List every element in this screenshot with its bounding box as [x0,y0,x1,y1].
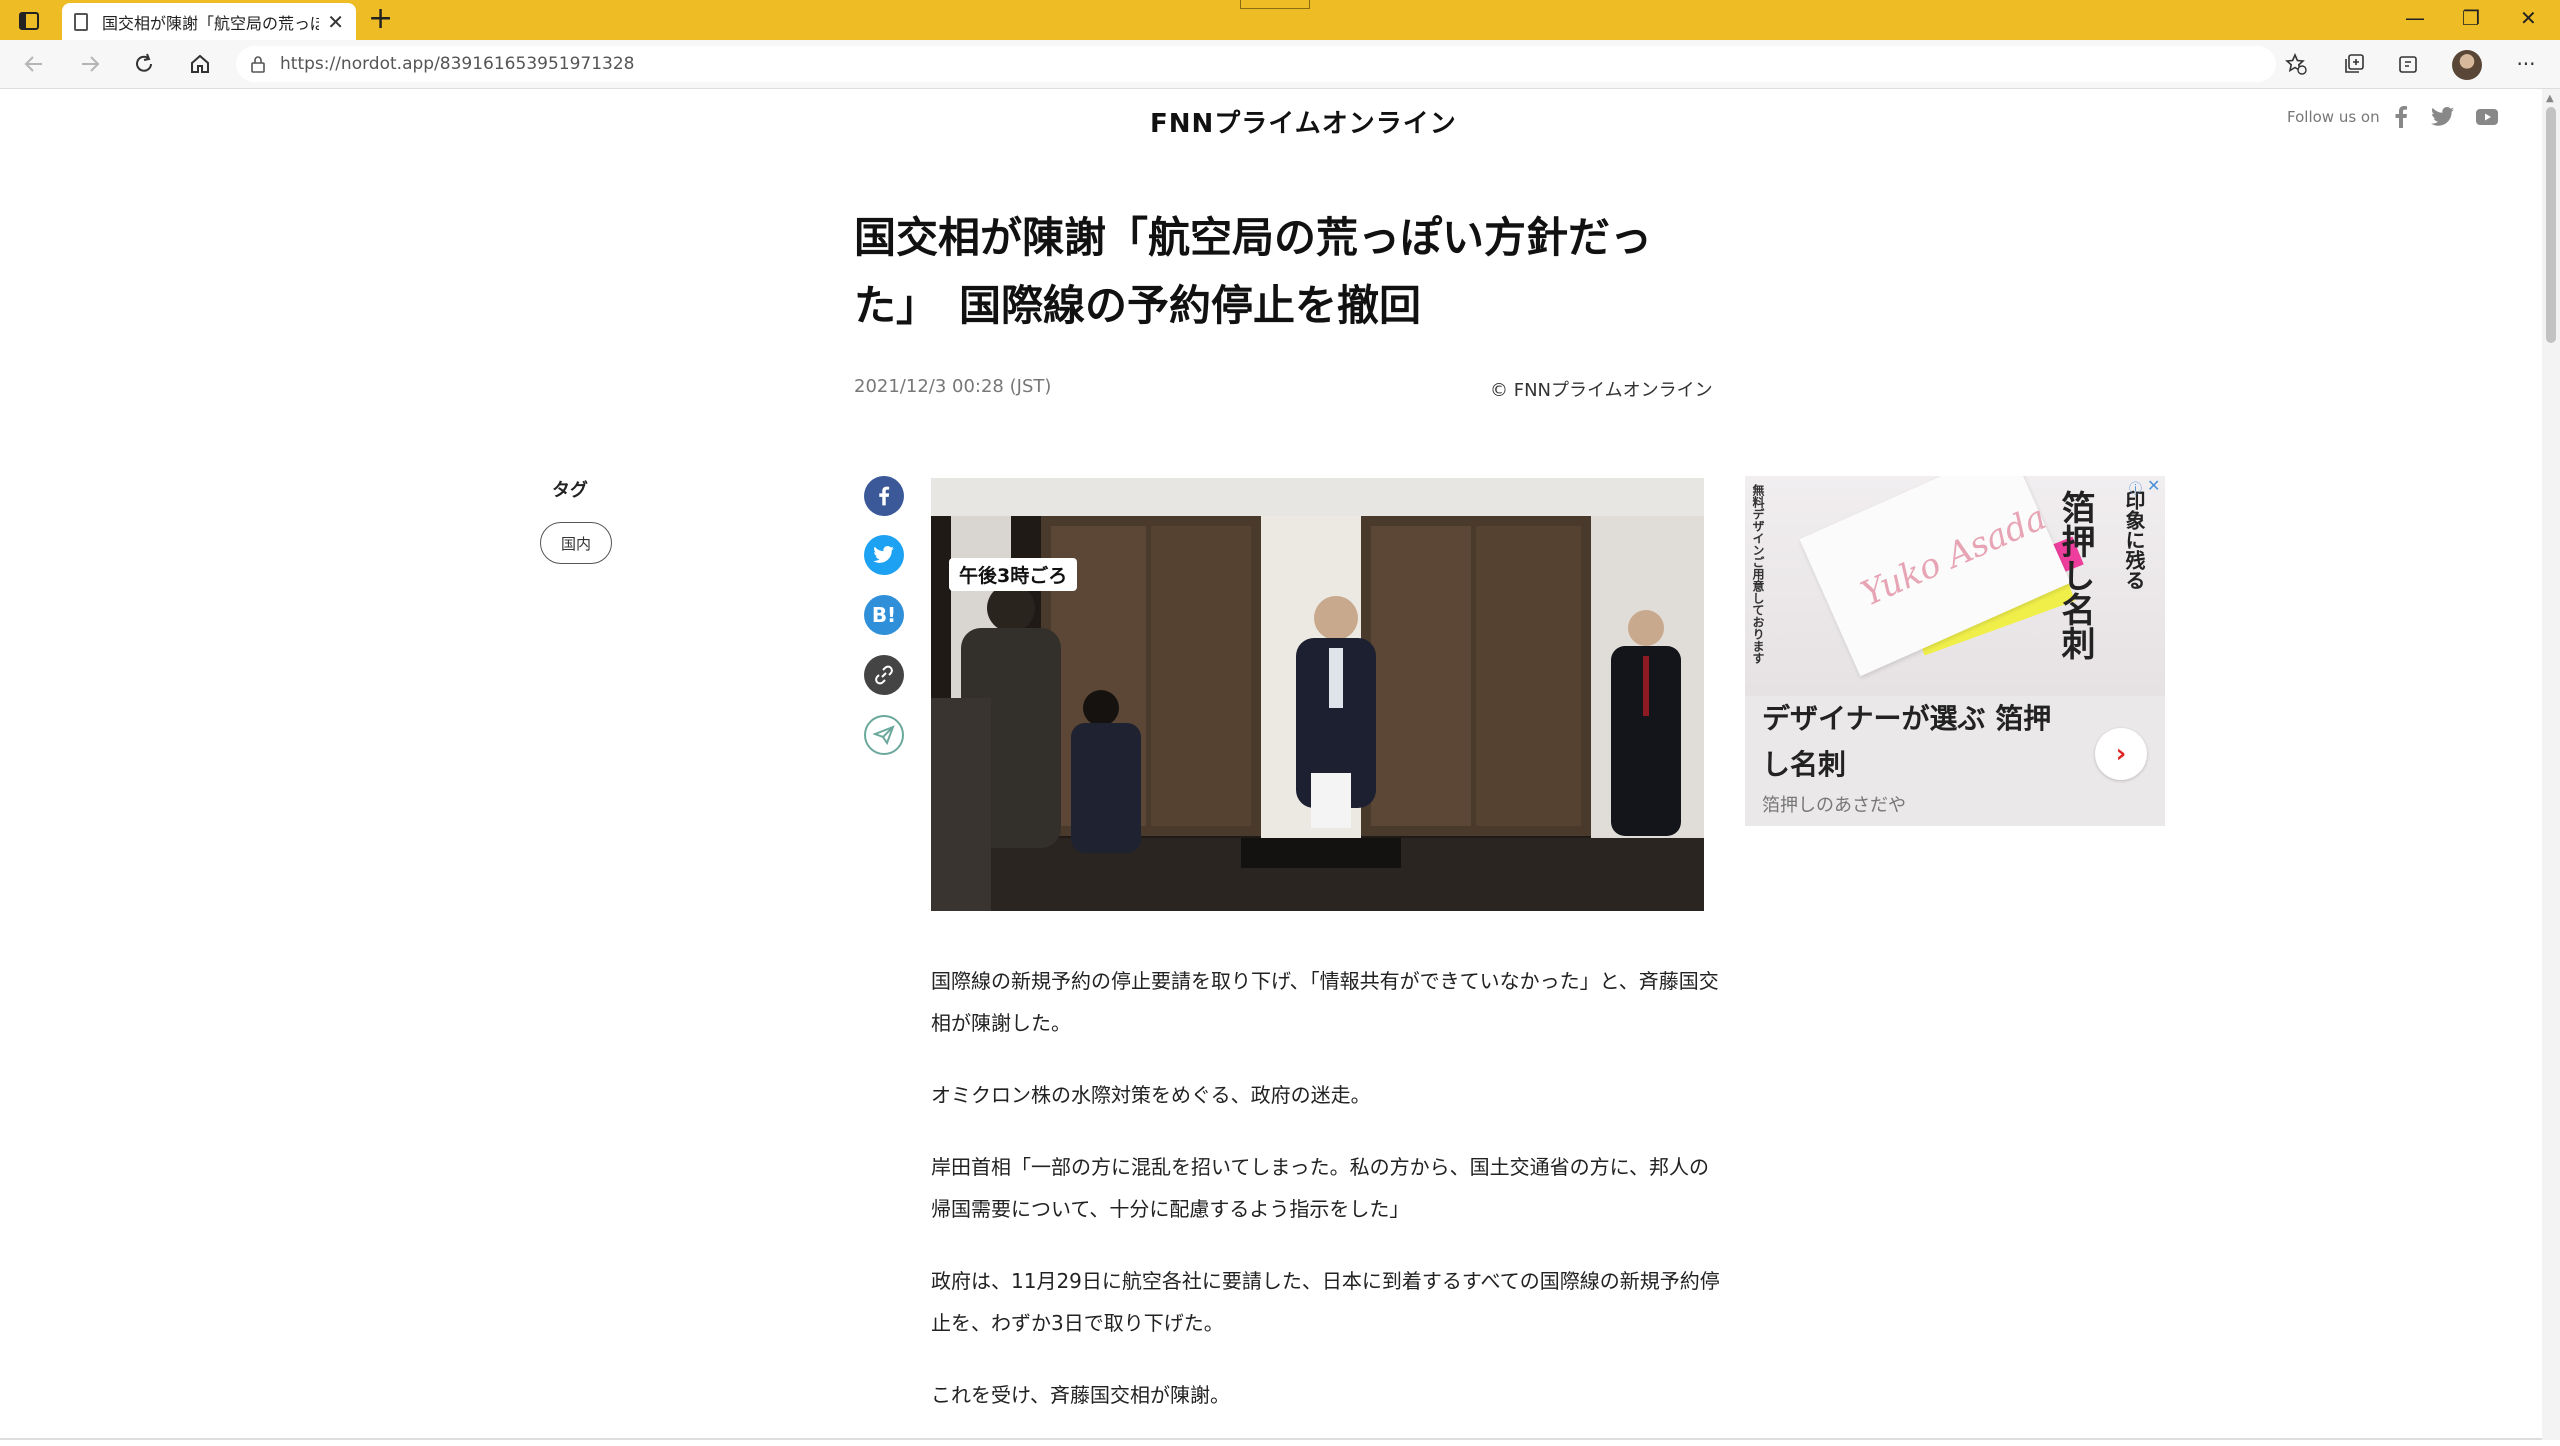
youtube-follow-link[interactable] [2474,104,2500,130]
tab-actions-icon [19,12,39,30]
add-favorite-button[interactable] [2282,50,2310,78]
collections-button[interactable] [2340,50,2368,78]
follow-us-label: Follow us on [2287,108,2380,126]
new-tab-button[interactable]: + [368,4,393,34]
restore-button[interactable]: ❐ [2462,6,2480,30]
share-twitter-button[interactable] [864,535,904,575]
twitter-follow-link[interactable] [2430,104,2456,130]
browser-title-bar: 国交相が陳謝「航空局の荒っぽい方 ✕ + — ❐ ✕ [0,0,2560,40]
browser-tab[interactable]: 国交相が陳謝「航空局の荒っぽい方 ✕ [62,3,356,40]
copy-link-button[interactable] [864,655,904,695]
facebook-icon [879,486,890,506]
article-date: 2021/12/3 00:28 (JST) [854,376,1052,397]
tag-domestic[interactable]: 国内 [540,522,612,564]
refresh-button[interactable] [128,48,160,80]
ad-headline[interactable]: デザイナーが選ぶ 箔押し名刺 [1762,696,2062,788]
ad-arrow-button[interactable]: › [2095,728,2147,780]
article-paragraph: これを受け、斉藤国交相が陳謝。 [931,1383,1230,1407]
facebook-icon [2395,106,2407,128]
share-hatena-button[interactable]: B! [864,595,904,635]
ad-info-icon[interactable]: ⓘ [2129,478,2142,497]
refresh-icon [136,53,152,72]
home-button[interactable] [184,48,216,80]
scrollbar-thumb[interactable] [2546,107,2556,343]
page-scrollbar[interactable]: ▲ [2542,89,2560,1440]
article-paragraph: 岸田首相「一部の方に混乱を招いてしまった。私の方から、国土交通省の方に、邦人の帰… [931,1155,1709,1221]
back-button[interactable] [18,48,50,80]
browser-toolbar: https://nordot.app/839161653951971328 ··… [0,40,2560,89]
profile-avatar[interactable] [2452,50,2482,80]
press-conference-image [931,478,1704,911]
youtube-icon [2476,109,2498,125]
home-icon [191,54,209,73]
address-bar[interactable]: https://nordot.app/839161653951971328 [236,46,2276,82]
extensions-button[interactable] [2394,50,2422,78]
ad-vertical-subtitle: 印象に残る [2122,490,2146,590]
tab-title: 国交相が陳謝「航空局の荒っぽい方 [102,13,320,33]
tab-close-button[interactable]: ✕ [327,10,344,34]
advertisement[interactable]: Yuko Asada 無料デザインご用意しております 箔押し名刺 印象に残る ⓘ… [1745,476,2165,826]
forward-arrow-icon [82,56,100,72]
share-facebook-button[interactable] [864,476,904,516]
ad-vertical-note: 無料デザインご用意しております [1751,484,1765,664]
lock-icon[interactable] [250,55,266,73]
article-credit: © FNNプライムオンライン [1490,380,1713,401]
forward-button[interactable] [74,48,106,80]
article-title: 国交相が陳謝「航空局の荒っぽい方針だった」 国際線の予約停止を撤回 [854,213,1653,330]
paper-plane-icon [873,725,895,746]
ad-image: Yuko Asada 無料デザインご用意しております 箔押し名刺 印象に残る [1745,476,2165,696]
ad-vertical-headline: 箔押し名刺 [2055,490,2095,660]
tags-heading: タグ [552,480,588,501]
ad-close-button[interactable]: ✕ [2147,476,2160,495]
tab-actions-button[interactable] [12,8,46,34]
ad-sponsor[interactable]: 箔押しのあさだや [1762,791,1906,817]
link-icon [875,665,893,685]
article-body: 国際線の新規予約の停止要請を取り下げ、「情報共有ができていなかった」と、斉藤国交… [931,960,1721,1446]
twitter-icon [2431,107,2454,126]
article-paragraph: 国際線の新規予約の停止要請を取り下げ、「情報共有ができていなかった」と、斉藤国交… [931,969,1719,1035]
site-logo[interactable]: FNNプライムオンライン [1150,103,1457,140]
photo-caption: 午後3時ごろ [949,558,1078,591]
extensions-icon [2399,56,2417,73]
collections-icon [2345,54,2364,73]
minimize-button[interactable]: — [2405,6,2425,30]
share-send-button[interactable] [864,715,904,755]
scroll-up-arrow-icon[interactable]: ▲ [2546,93,2554,104]
star-plus-icon [2285,53,2307,75]
close-window-button[interactable]: ✕ [2520,6,2537,30]
article-photo: 午後3時ごろ [931,478,1704,911]
url-text[interactable]: https://nordot.app/839161653951971328 [280,54,634,74]
article-paragraph: オミクロン株の水際対策をめぐる、政府の迷走。 [931,1083,1371,1107]
window-drag-handle[interactable] [1240,0,1310,9]
facebook-follow-link[interactable] [2388,104,2414,130]
settings-more-button[interactable]: ··· [2512,50,2540,78]
article-paragraph: 政府は、11月29日に航空各社に要請した、日本に到着するすべての国際線の新規予約… [931,1269,1720,1335]
page-favicon-icon [74,12,88,31]
twitter-icon [873,546,894,563]
back-arrow-icon [24,56,42,72]
